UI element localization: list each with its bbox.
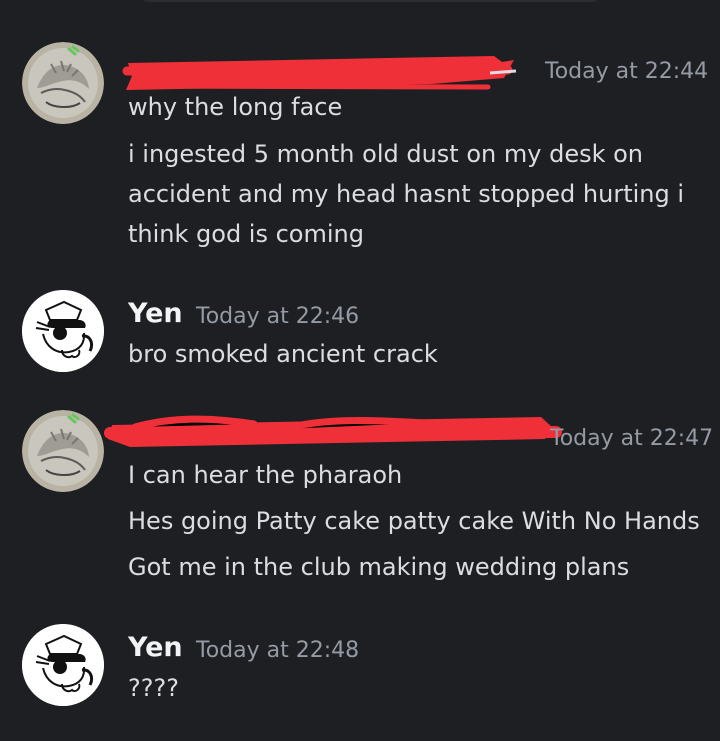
message-line: think god is coming <box>128 220 364 248</box>
user-avatar[interactable] <box>22 42 104 124</box>
message-timestamp: Today at 22:46 <box>196 304 360 329</box>
message-timestamp: Today at 22:44 <box>545 59 709 84</box>
user-avatar[interactable] <box>22 290 104 372</box>
redacted-username <box>104 415 562 447</box>
message-line: I can hear the pharaoh <box>128 461 403 489</box>
chat-log: Today at 22:44 why the long face i inges… <box>0 0 720 741</box>
message-timestamp: Today at 22:47 <box>550 426 714 451</box>
sketch-avatar-icon <box>22 42 104 124</box>
message-line: Hes going Patty cake patty cake With No … <box>128 507 700 535</box>
message-line: bro smoked ancient crack <box>128 340 438 368</box>
yen-character-avatar-icon <box>22 624 104 706</box>
message-timestamp: Today at 22:48 <box>196 638 360 663</box>
message-author[interactable]: Yen <box>128 632 183 663</box>
user-avatar[interactable] <box>22 410 104 492</box>
message-line: accident and my head hasnt stopped hurti… <box>128 180 685 208</box>
embed-preview-edge[interactable] <box>140 0 600 2</box>
message-line: ???? <box>128 674 179 702</box>
user-avatar[interactable] <box>22 624 104 706</box>
redacted-username <box>122 56 517 90</box>
message-author[interactable]: Yen <box>128 298 183 329</box>
sketch-avatar-icon <box>22 410 104 492</box>
yen-character-avatar-icon <box>22 290 104 372</box>
message-line: why the long face <box>128 93 343 121</box>
message-line: i ingested 5 month old dust on my desk o… <box>128 140 644 168</box>
message-line: Got me in the club making wedding plans <box>128 553 630 581</box>
